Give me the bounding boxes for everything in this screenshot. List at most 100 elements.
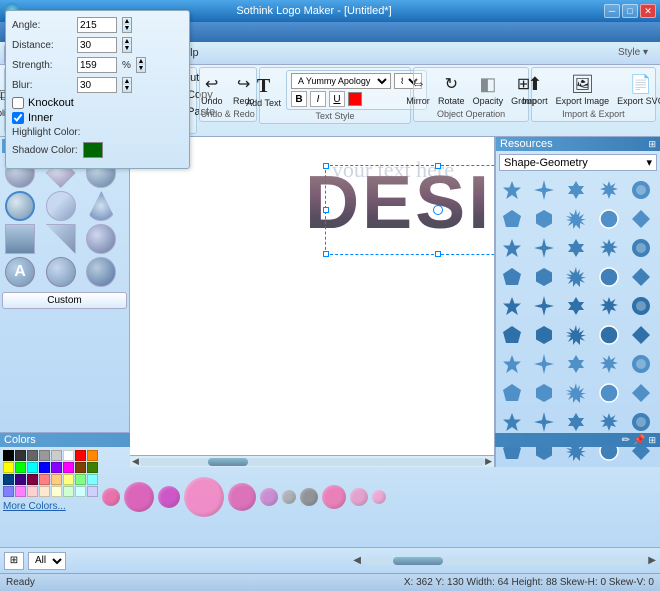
shape-item[interactable] [596,235,622,261]
distance-down[interactable]: ▼ [123,45,131,52]
scroll-thumb[interactable] [208,458,248,466]
color-swatch[interactable] [87,486,98,497]
shape-item[interactable] [596,206,622,232]
effect-btn-7[interactable] [5,224,35,254]
shape-item[interactable] [628,235,654,261]
hscrollbar[interactable]: ◀ ▶ [130,455,494,467]
grid-view-button[interactable]: ⊞ [4,552,24,570]
shape-item[interactable] [628,322,654,348]
color-swatch[interactable] [15,474,26,485]
scroll-right-arrow[interactable]: ▶ [648,555,656,566]
inner-checkbox[interactable] [12,112,24,124]
angle-up[interactable]: ▲ [123,18,131,25]
color-swatch[interactable] [27,486,38,497]
handle-top-mid[interactable] [435,163,441,169]
bold-button[interactable]: B [291,91,307,107]
shape-item[interactable] [531,264,557,290]
preview-circle[interactable] [260,488,278,506]
shape-item[interactable] [499,293,525,319]
shape-item[interactable] [596,177,622,203]
color-swatch[interactable] [39,486,50,497]
preview-circle[interactable] [372,490,386,504]
color-swatch[interactable] [15,486,26,497]
color-swatch[interactable] [75,474,86,485]
import-button[interactable]: ⬆ Import [519,70,551,108]
preview-circle[interactable] [350,488,368,506]
color-swatch[interactable] [63,450,74,461]
blur-up[interactable]: ▲ [123,78,131,85]
strength-input[interactable] [77,57,117,73]
opacity-button[interactable]: ◧ Opacity [470,70,507,108]
color-swatch[interactable] [63,462,74,473]
minimize-button[interactable]: ─ [604,4,620,18]
scroll-left-btn[interactable]: ◀ [132,456,139,467]
category-select[interactable]: All [28,552,66,570]
shape-item[interactable] [531,206,557,232]
export-svg-button[interactable]: 📄 Export SVG [614,70,660,108]
handle-bot-mid[interactable] [435,251,441,257]
shape-item[interactable] [499,264,525,290]
color-swatch[interactable] [27,450,38,461]
shape-item[interactable] [563,322,589,348]
color-swatch[interactable] [15,450,26,461]
colors-pin2-icon[interactable]: ⊞ [648,435,656,446]
shape-item[interactable] [531,322,557,348]
preview-circle[interactable] [228,483,256,511]
color-swatch[interactable] [51,474,62,485]
color-swatch[interactable] [27,462,38,473]
color-swatch[interactable] [87,450,98,461]
more-colors-button[interactable]: More Colors... [3,501,98,512]
canvas-area[interactable]: your text here DESIGN DESIGN [130,137,495,467]
effect-btn-6[interactable] [86,191,116,221]
color-swatch[interactable] [87,462,98,473]
shape-item[interactable] [531,293,557,319]
color-swatch[interactable] [39,474,50,485]
strength-spinner[interactable]: ▲▼ [136,57,146,73]
color-swatch[interactable] [3,462,14,473]
shape-item[interactable] [499,322,525,348]
strength-up[interactable]: ▲ [137,58,145,65]
color-swatch[interactable] [39,450,50,461]
effect-btn-4[interactable] [5,191,35,221]
color-swatch[interactable] [63,486,74,497]
preview-circle[interactable] [102,488,120,506]
shape-item[interactable] [563,380,589,406]
color-swatch[interactable] [75,462,86,473]
color-swatch[interactable] [3,486,14,497]
shape-item[interactable] [563,409,589,435]
color-swatch[interactable] [87,474,98,485]
color-swatch[interactable] [3,474,14,485]
shape-item[interactable] [531,409,557,435]
color-swatch[interactable] [75,486,86,497]
shape-item[interactable] [628,351,654,377]
shape-item[interactable] [531,380,557,406]
shadow-color-swatch[interactable] [83,142,103,158]
shape-item[interactable] [531,351,557,377]
color-swatch[interactable] [75,450,86,461]
preview-circle[interactable] [282,490,296,504]
shape-item[interactable] [596,380,622,406]
custom-button[interactable]: Custom [2,292,127,309]
effect-btn-5[interactable] [46,191,76,221]
mirror-button[interactable]: ⇔ Mirror [403,70,433,108]
shape-item[interactable] [563,351,589,377]
shape-item[interactable] [628,177,654,203]
shape-item[interactable] [563,235,589,261]
shape-item[interactable] [531,235,557,261]
shape-item[interactable] [628,264,654,290]
effect-circle-btn[interactable] [46,257,76,287]
handle-mid-left[interactable] [323,207,329,213]
preview-circle[interactable] [184,477,224,517]
shape-item[interactable] [531,177,557,203]
scroll-left-arrow[interactable]: ◀ [353,555,361,566]
angle-down[interactable]: ▼ [123,25,131,32]
distance-input[interactable] [77,37,117,53]
color-swatch[interactable] [3,450,14,461]
undo-button[interactable]: ↩ Undo [197,70,227,108]
handle-bot-left[interactable] [323,251,329,257]
shape-item[interactable] [499,409,525,435]
export-image-button[interactable]: 🖼 Export Image [553,70,613,108]
blur-down[interactable]: ▼ [123,85,131,92]
preview-circle[interactable] [158,486,180,508]
color-swatch[interactable] [39,462,50,473]
